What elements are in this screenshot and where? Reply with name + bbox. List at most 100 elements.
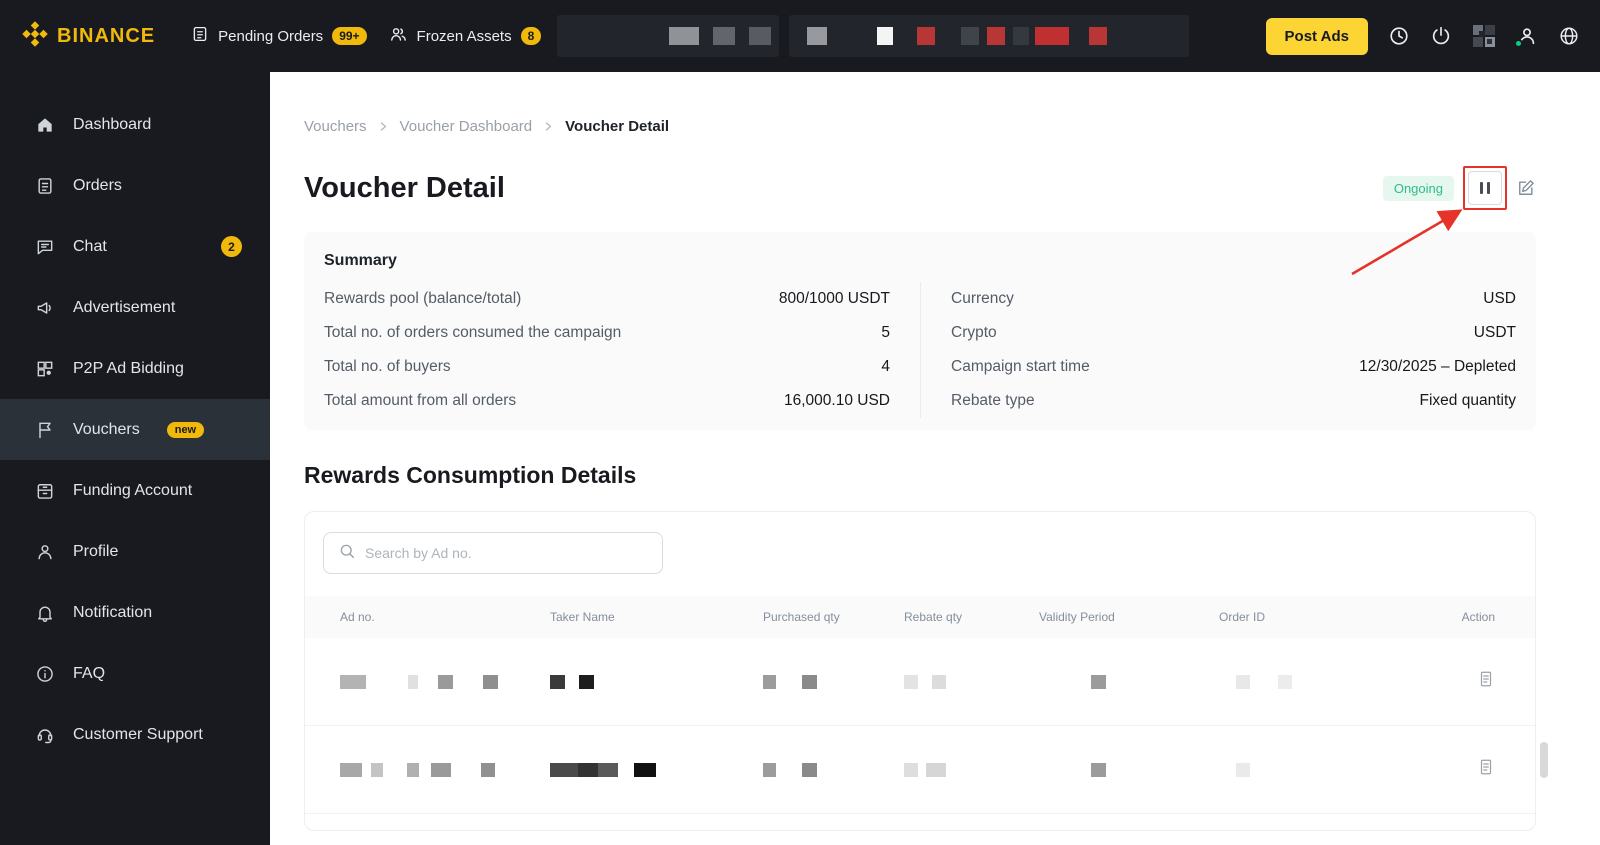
summary-label: Total no. of orders consumed the campaig… — [324, 324, 622, 341]
sidebar-item-label: Chat — [73, 237, 107, 255]
summary-row-rewards-pool: Rewards pool (balance/total) 800/1000 US… — [324, 282, 890, 316]
post-ads-button[interactable]: Post Ads — [1265, 17, 1368, 55]
breadcrumb: Vouchers Voucher Dashboard Voucher Detai… — [304, 118, 1536, 135]
cell-purchased-qty-redacted — [763, 762, 904, 777]
sidebar-item-funding-account[interactable]: Funding Account — [0, 460, 270, 521]
frozen-assets-badge: 8 — [520, 27, 542, 45]
profile-status-icon[interactable] — [1514, 25, 1538, 48]
col-header-purchased-qty: Purchased qty — [763, 610, 840, 624]
sidebar-item-orders[interactable]: Orders — [0, 155, 270, 216]
pending-orders-nav[interactable]: Pending Orders 99+ — [191, 25, 367, 47]
edit-pencil-icon — [1519, 180, 1534, 195]
breadcrumb-voucher-dashboard[interactable]: Voucher Dashboard — [400, 118, 533, 135]
summary-value: USDT — [1473, 324, 1516, 341]
summary-row-rebate-type: Rebate type Fixed quantity — [951, 384, 1516, 418]
order-detail-icon[interactable] — [1477, 758, 1495, 781]
breadcrumb-voucher-detail: Voucher Detail — [565, 118, 670, 135]
cell-ad-no-redacted — [340, 674, 550, 689]
summary-card: Summary Rewards pool (balance/total) 800… — [304, 232, 1536, 430]
summary-row-crypto: Crypto USDT — [951, 316, 1516, 350]
col-header-order-id: Order ID — [1219, 610, 1266, 624]
sidebar-item-advertisement[interactable]: Advertisement — [0, 277, 270, 338]
col-header-ad-no: Ad no. — [340, 610, 375, 624]
binance-logo-icon — [22, 20, 48, 52]
history-clock-icon[interactable] — [1388, 25, 1410, 47]
power-logout-icon[interactable] — [1430, 25, 1452, 47]
redacted-avatar-icon[interactable] — [1472, 24, 1496, 48]
summary-label: Currency — [951, 290, 1014, 307]
table-header-row: Ad no. Taker Name Purchased qty Rebate q… — [305, 596, 1535, 638]
sidebar-item-label: P2P Ad Bidding — [73, 359, 184, 377]
sidebar-item-dashboard[interactable]: Dashboard — [0, 94, 270, 155]
search-input[interactable] — [365, 545, 648, 561]
sidebar-item-label: Vouchers — [73, 420, 140, 438]
cell-taker-name-redacted — [550, 762, 763, 777]
bell-icon — [34, 603, 56, 623]
sidebar-item-label: Funding Account — [73, 481, 193, 499]
redacted-topbar-area-1 — [557, 15, 780, 57]
sidebar-item-label: Advertisement — [73, 298, 176, 316]
summary-label: Crypto — [951, 324, 997, 341]
sidebar-item-p2p-ad-bidding[interactable]: P2P Ad Bidding — [0, 338, 270, 399]
cell-validity-redacted — [1039, 762, 1219, 777]
sidebar-item-label: Notification — [73, 603, 153, 621]
order-detail-icon[interactable] — [1477, 670, 1495, 693]
chevron-right-icon — [543, 121, 554, 132]
megaphone-icon — [34, 298, 56, 318]
cell-validity-redacted — [1039, 674, 1219, 689]
pause-campaign-button[interactable] — [1468, 171, 1502, 205]
summary-label: Total no. of buyers — [324, 358, 451, 375]
summary-value: 12/30/2025 – Depleted — [1359, 358, 1516, 375]
status-badge-ongoing: Ongoing — [1382, 175, 1454, 201]
cell-rebate-qty-redacted — [904, 762, 1039, 777]
cell-order-id-redacted — [1219, 762, 1409, 777]
summary-value: 5 — [881, 324, 890, 341]
chat-unread-badge: 2 — [221, 236, 242, 257]
frozen-assets-nav[interactable]: Frozen Assets 8 — [389, 25, 542, 48]
summary-label: Rewards pool (balance/total) — [324, 290, 522, 307]
sidebar-item-label: Dashboard — [73, 115, 152, 133]
search-icon — [338, 542, 356, 565]
vouchers-new-badge: new — [166, 421, 205, 438]
rewards-table-card: Ad no. Taker Name Purchased qty Rebate q… — [304, 511, 1536, 831]
summary-row-currency: Currency USD — [951, 282, 1516, 316]
summary-value: 16,000.10 USD — [784, 392, 890, 409]
cell-rebate-qty-redacted — [904, 674, 1039, 689]
main-content: Vouchers Voucher Dashboard Voucher Detai… — [270, 72, 1600, 845]
summary-row-total-buyers: Total no. of buyers 4 — [324, 350, 890, 384]
brand-name: BINANCE — [57, 24, 156, 47]
edit-campaign-button[interactable] — [1516, 178, 1536, 198]
cell-purchased-qty-redacted — [763, 674, 904, 689]
pending-orders-badge: 99+ — [332, 27, 367, 45]
sidebar-item-label: Orders — [73, 176, 122, 194]
online-status-dot — [1514, 39, 1523, 48]
home-icon — [34, 115, 56, 135]
ad-search-box[interactable] — [323, 532, 663, 574]
table-row — [305, 638, 1535, 726]
globe-language-icon[interactable] — [1558, 25, 1580, 47]
sidebar-item-vouchers[interactable]: Vouchers new — [0, 399, 270, 460]
summary-value: 4 — [881, 358, 890, 375]
sidebar-item-profile[interactable]: Profile — [0, 521, 270, 582]
cell-order-id-redacted — [1219, 674, 1409, 689]
summary-label: Rebate type — [951, 392, 1035, 409]
table-row — [305, 726, 1535, 814]
sidebar-item-faq[interactable]: FAQ — [0, 643, 270, 704]
breadcrumb-vouchers[interactable]: Vouchers — [304, 118, 367, 135]
frozen-assets-icon — [389, 25, 408, 48]
col-header-action: Action — [1461, 610, 1495, 624]
frozen-assets-label: Frozen Assets — [416, 27, 512, 45]
sidebar-item-notification[interactable]: Notification — [0, 582, 270, 643]
summary-value: 800/1000 USDT — [778, 290, 890, 307]
chevron-right-icon — [378, 121, 389, 132]
sidebar-item-customer-support[interactable]: Customer Support — [0, 704, 270, 765]
summary-label: Campaign start time — [951, 358, 1090, 375]
col-header-validity-period: Validity Period — [1039, 610, 1115, 624]
binance-logo[interactable]: BINANCE — [22, 20, 156, 52]
scrollbar-thumb[interactable] — [1540, 742, 1548, 778]
funding-safe-icon — [34, 481, 56, 501]
faq-info-icon — [34, 664, 56, 684]
summary-row-campaign-start: Campaign start time 12/30/2025 – Deplete… — [951, 350, 1516, 384]
summary-row-total-amount: Total amount from all orders 16,000.10 U… — [324, 384, 890, 418]
sidebar-item-chat[interactable]: Chat 2 — [0, 216, 270, 277]
